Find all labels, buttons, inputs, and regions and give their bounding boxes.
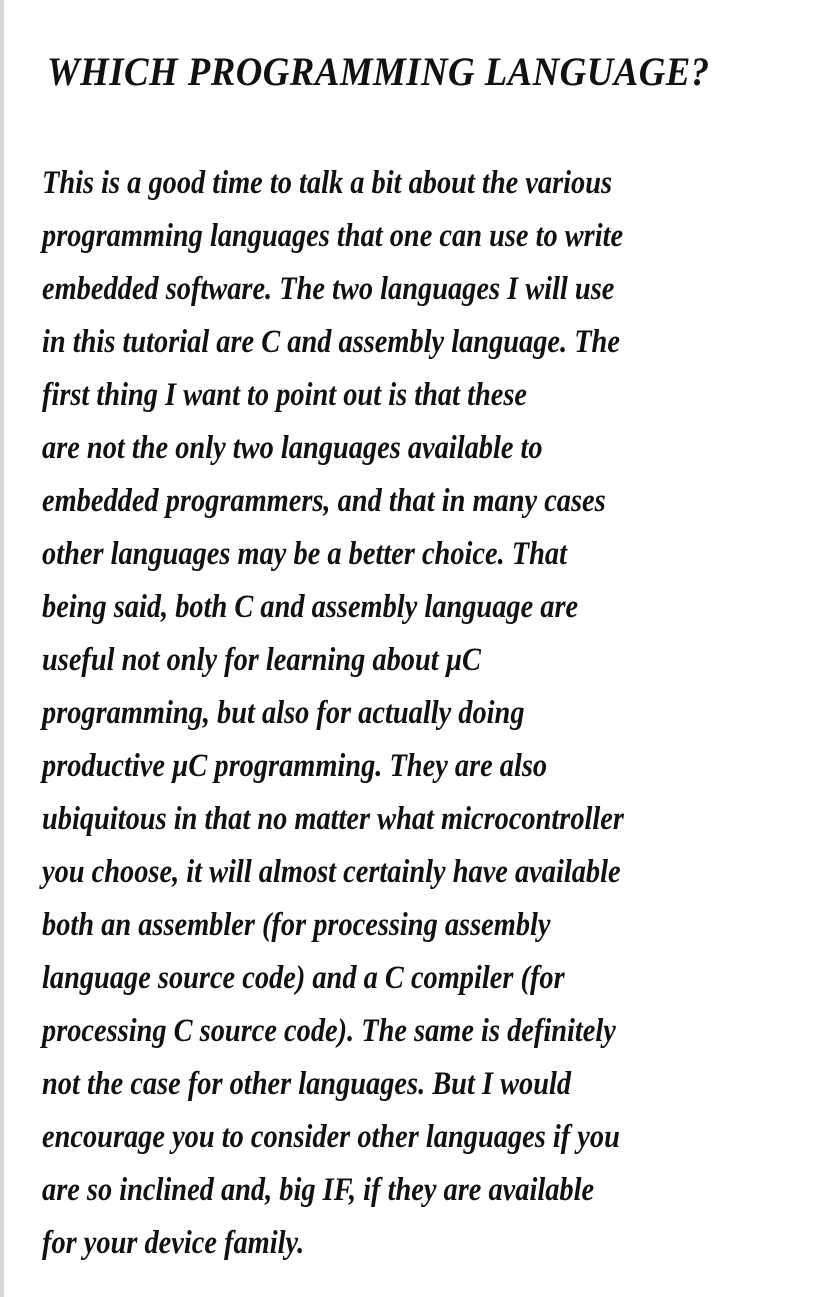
paragraph-line: in this tutorial are C and assembly lang… bbox=[42, 324, 620, 360]
paragraph-line: are not the only two languages available… bbox=[42, 430, 543, 466]
paragraph-line: encourage you to consider other language… bbox=[42, 1119, 620, 1155]
left-border-rule bbox=[0, 0, 4, 1297]
paragraph-line: first thing I want to point out is that … bbox=[42, 377, 527, 413]
paragraph-line: you choose, it will almost certainly hav… bbox=[42, 854, 621, 890]
paragraph-line: This is a good time to talk a bit about … bbox=[42, 165, 613, 201]
paragraph-line: for your device family. bbox=[42, 1225, 305, 1261]
paragraph-line: processing C source code). The same is d… bbox=[42, 1013, 616, 1049]
paragraph-line: being said, both C and assembly language… bbox=[42, 589, 579, 625]
paragraph-line: other languages may be a better choice. … bbox=[42, 536, 567, 572]
page-title: WHICH PROGRAMMING LANGUAGE? bbox=[47, 49, 710, 94]
body-paragraph: This is a good time to talk a bit about … bbox=[42, 157, 719, 1270]
paragraph-line: programming, but also for actually doing bbox=[42, 695, 525, 731]
paragraph-line: embedded software. The two languages I w… bbox=[42, 271, 615, 307]
paragraph-line: programming languages that one can use t… bbox=[42, 218, 624, 254]
paragraph-line: language source code) and a C compiler (… bbox=[42, 960, 565, 996]
paragraph-line: both an assembler (for processing assemb… bbox=[42, 907, 551, 943]
paragraph-line: not the case for other languages. But I … bbox=[42, 1066, 572, 1102]
paragraph-line: productive µC programming. They are also bbox=[42, 748, 548, 784]
paragraph-line: useful not only for learning about µC bbox=[42, 642, 481, 678]
paragraph-line: are so inclined and, big IF, if they are… bbox=[42, 1172, 595, 1208]
paragraph-line: ubiquitous in that no matter what microc… bbox=[42, 801, 624, 837]
paragraph-line: embedded programmers, and that in many c… bbox=[42, 483, 606, 519]
